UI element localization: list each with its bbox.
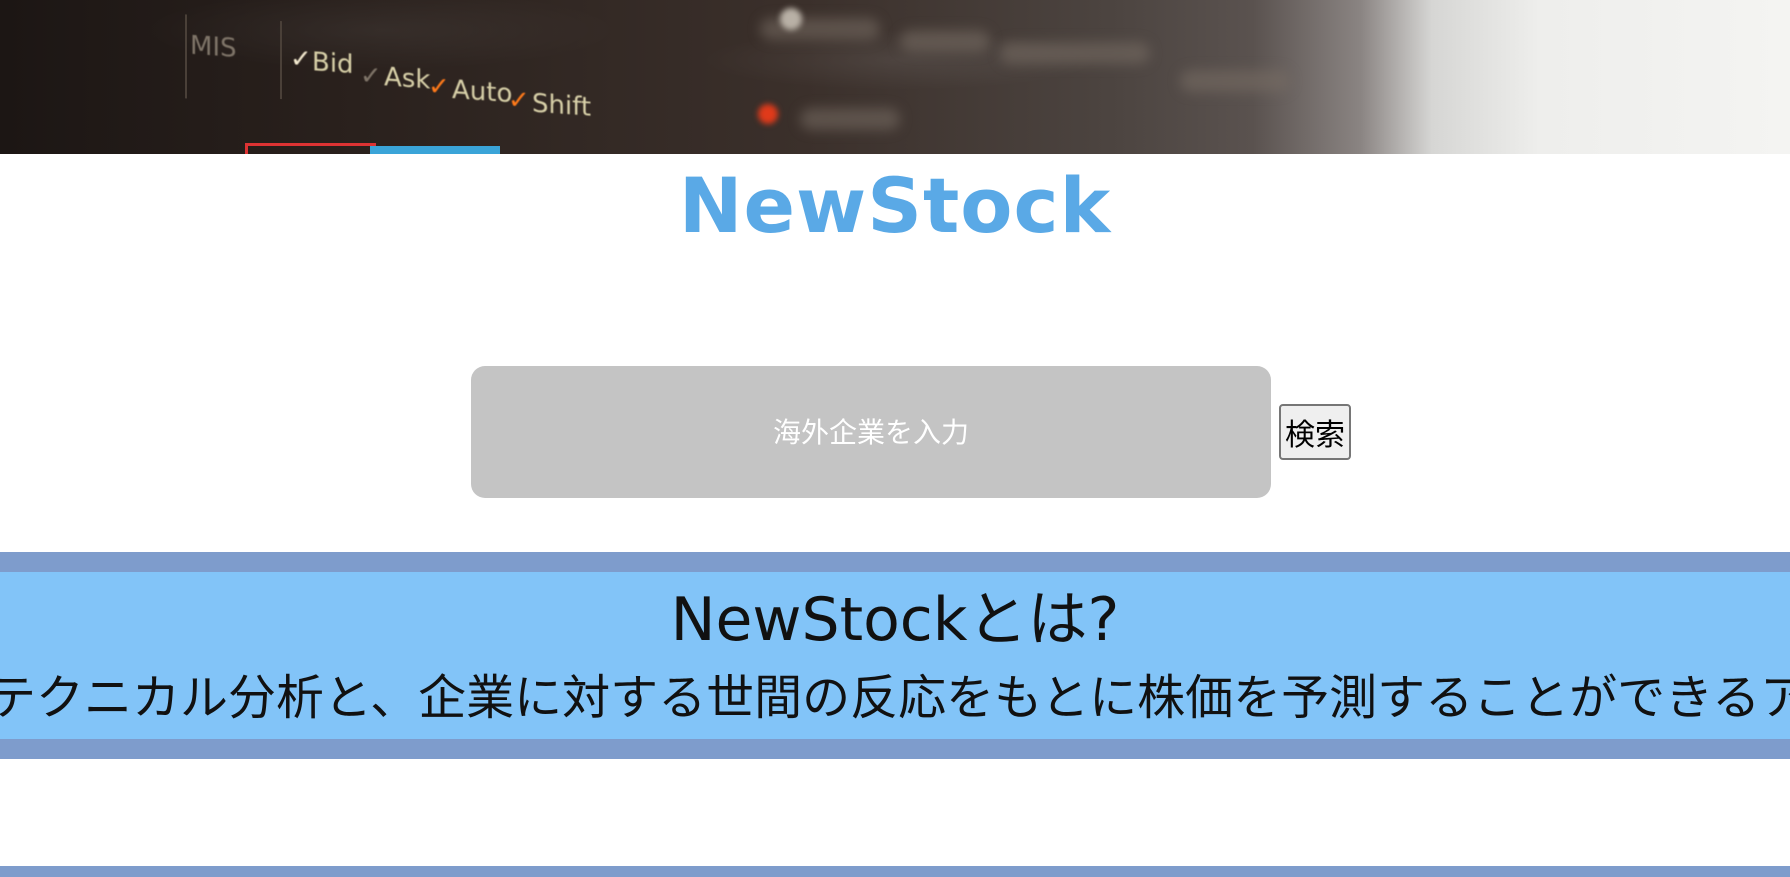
hero-blur-shape	[760, 18, 880, 40]
search-button[interactable]: 検索	[1279, 404, 1351, 460]
hero-divider	[280, 20, 282, 100]
hero-red-highlight	[245, 143, 376, 154]
next-section-band	[0, 866, 1790, 877]
hero-divider	[185, 14, 187, 99]
hero-ticker-label: MIS	[190, 30, 237, 64]
hero-ticker-label: Bid	[312, 47, 354, 81]
check-icon: ✓	[290, 43, 312, 76]
hero-blur-shape	[800, 108, 900, 130]
hero-blur-dot	[758, 104, 778, 124]
hero-blur-shape	[1180, 70, 1290, 92]
hero-blur-shape	[900, 30, 990, 52]
hero-blue-highlight	[370, 146, 500, 154]
hero-blur-shape	[1000, 42, 1150, 64]
about-description: テクニカル分析と、企業に対する世間の反応をもとに株価を予測することができるア	[0, 670, 1790, 726]
check-icon: ✓	[428, 71, 450, 103]
about-title: NewStockとは?	[670, 585, 1120, 655]
hero-ticker-label: Shift	[532, 88, 592, 123]
hero-banner-image: MIS ✓ Bid ✓ Ask ✓ Auto ✓ Shift	[0, 0, 1790, 154]
about-section: NewStockとは? テクニカル分析と、企業に対する世間の反応をもとに株価を予…	[0, 552, 1790, 759]
site-title: NewStock	[678, 161, 1112, 250]
company-search-input[interactable]	[471, 366, 1271, 498]
hero-ticker-label: Auto	[452, 75, 513, 110]
hero-blur-dot	[780, 8, 802, 30]
check-icon: ✓	[508, 84, 530, 117]
hero-ticker-label: Ask	[384, 62, 431, 96]
check-icon: ✓	[360, 60, 382, 93]
